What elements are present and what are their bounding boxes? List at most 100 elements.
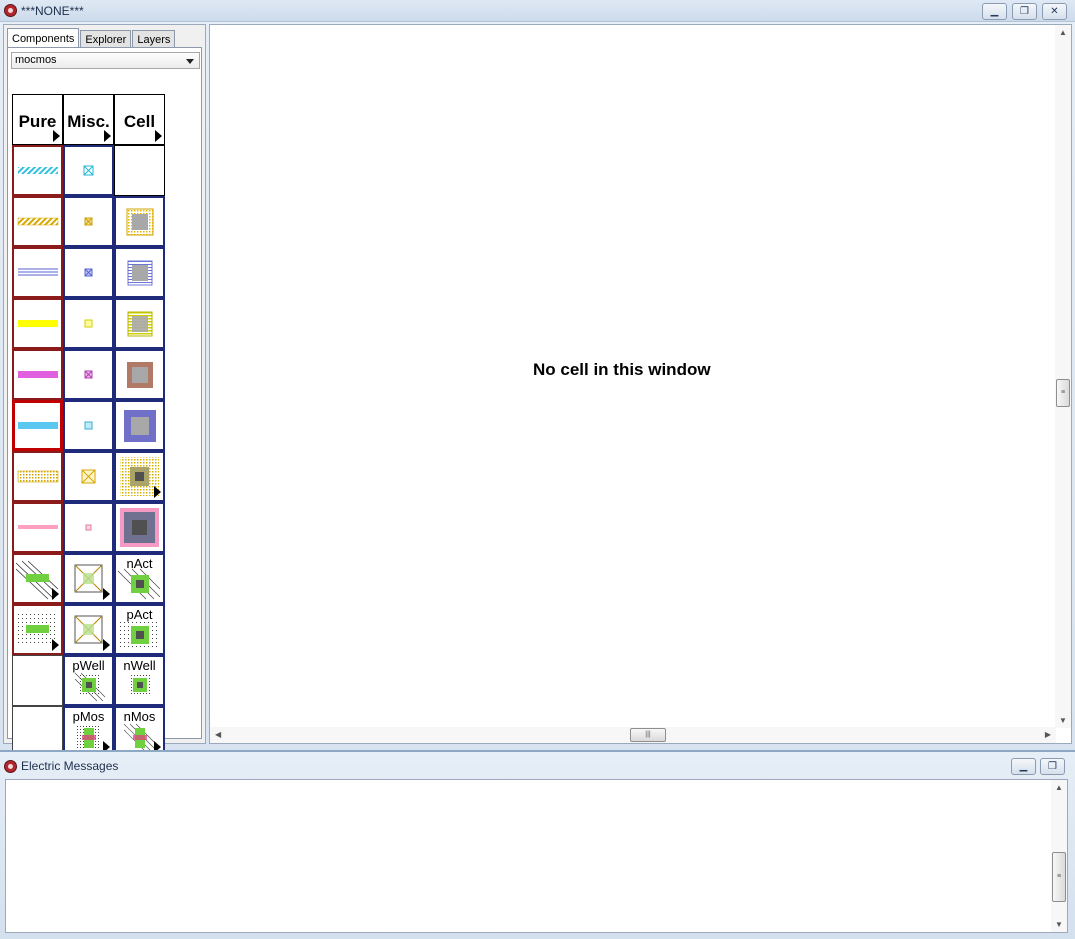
n-well-contact-icon	[130, 675, 150, 695]
messages-restore-button[interactable]: ❐	[1040, 758, 1065, 775]
poly2-contact-icon	[127, 311, 153, 337]
arc-metal-4[interactable]	[12, 451, 63, 502]
palette-empty-slot	[12, 655, 63, 706]
node-metal-5-pin[interactable]	[63, 502, 114, 553]
poly2-arc-icon	[18, 320, 58, 327]
header-label-cell: Cell	[123, 112, 156, 131]
canvas-horizontal-scrollbar[interactable]: ◀ ||| ▶	[210, 727, 1056, 743]
messages-vertical-scrollbar[interactable]: ▲ ≡ ▼	[1051, 780, 1067, 932]
minimize-button[interactable]: ▁	[982, 3, 1007, 20]
metal4-arc-icon	[17, 470, 59, 483]
scroll-right-icon[interactable]: ▶	[1045, 730, 1051, 739]
tab-components[interactable]: Components	[7, 28, 80, 49]
node-metal-2-contact[interactable]	[114, 349, 165, 400]
submenu-arrow-icon	[53, 130, 60, 142]
scroll-up-icon[interactable]: ▲	[1059, 28, 1067, 37]
node-metal-4-contact[interactable]	[114, 451, 165, 502]
header-label-pure: Pure	[18, 112, 57, 131]
arc-p-active[interactable]	[12, 604, 63, 655]
node-n-active-contact[interactable]: nAct	[114, 553, 165, 604]
minimize-icon: ▁	[990, 5, 999, 17]
canvas-vertical-scroll-thumb[interactable]: ≡	[1056, 379, 1070, 407]
arc-active[interactable]	[12, 145, 63, 196]
chevron-down-icon	[186, 59, 194, 64]
node-poly-2-pin[interactable]	[63, 298, 114, 349]
restore-icon: ❐	[1020, 5, 1029, 17]
messages-text-area[interactable]: ▲ ≡ ▼	[5, 779, 1068, 933]
scroll-down-icon[interactable]: ▼	[1059, 716, 1067, 725]
main-title-bar: ***NONE*** ▁ ❐ ✕	[0, 0, 1075, 22]
poly-arc-icon	[17, 217, 59, 226]
node-active-n-pin[interactable]	[63, 553, 114, 604]
scroll-up-icon[interactable]: ▲	[1055, 783, 1063, 792]
poly-contact-icon	[126, 208, 154, 236]
edit-canvas[interactable]: No cell in this window ▲ ≡ ▼ ◀ ||| ▶	[209, 24, 1072, 744]
p-active-contact-icon	[120, 622, 160, 650]
poly-pin-icon	[84, 217, 93, 226]
component-panel: Components Explorer Layers mocmos Pure M…	[3, 24, 206, 757]
close-icon: ✕	[1050, 5, 1059, 17]
active-arc-icon	[18, 167, 58, 174]
node-metal-3-contact[interactable]	[114, 400, 165, 451]
canvas-vertical-scrollbar[interactable]: ▲ ≡ ▼	[1055, 25, 1071, 728]
close-button[interactable]: ✕	[1042, 3, 1067, 20]
messages-scroll-thumb[interactable]: ≡	[1052, 852, 1066, 902]
node-metal-3-pin[interactable]	[63, 400, 114, 451]
technology-select-value: mocmos	[15, 54, 57, 66]
submenu-arrow-icon	[103, 639, 110, 651]
palette-header-misc[interactable]: Misc.	[63, 94, 114, 145]
node-active-p-pin[interactable]	[63, 604, 114, 655]
n-active-contact-icon	[117, 568, 161, 600]
arc-poly[interactable]	[12, 196, 63, 247]
metal1-contact-icon	[127, 260, 153, 286]
maximize-button[interactable]: ❐	[1012, 3, 1037, 20]
submenu-arrow-icon	[104, 130, 111, 142]
submenu-arrow-icon	[52, 588, 59, 600]
poly2-pin-icon	[84, 319, 93, 328]
node-poly-pin[interactable]	[63, 196, 114, 247]
messages-window-title: Electric Messages	[21, 759, 119, 773]
restore-icon: ❐	[1048, 760, 1057, 772]
technology-select[interactable]: mocmos	[11, 52, 200, 69]
node-p-well-contact[interactable]: pWell	[63, 655, 114, 706]
node-metal-4-pin[interactable]	[63, 451, 114, 502]
node-poly-2-contact[interactable]	[114, 298, 165, 349]
node-active-pin[interactable]	[63, 145, 114, 196]
node-metal-1-pin[interactable]	[63, 247, 114, 298]
header-label-misc: Misc.	[67, 112, 110, 131]
metal3-contact-icon	[124, 410, 156, 442]
messages-window: Electric Messages ▁ ❐ ▲ ≡ ▼	[0, 750, 1075, 939]
palette-empty-slot	[114, 145, 165, 196]
node-metal-1-contact[interactable]	[114, 247, 165, 298]
arc-n-active[interactable]	[12, 553, 63, 604]
arc-metal-3-selected[interactable]	[12, 400, 63, 451]
window-title: ***NONE***	[21, 3, 84, 18]
submenu-arrow-icon	[155, 130, 162, 142]
electric-app-icon[interactable]	[4, 4, 17, 17]
minimize-icon: ▁	[1019, 760, 1028, 772]
electric-app-icon[interactable]	[4, 759, 17, 773]
node-metal-2-pin[interactable]	[63, 349, 114, 400]
palette-header-pure[interactable]: Pure	[12, 94, 63, 145]
scroll-down-icon[interactable]: ▼	[1055, 920, 1063, 929]
empty-window-message: No cell in this window	[533, 360, 711, 379]
node-metal-5-contact[interactable]	[114, 502, 165, 553]
scroll-left-icon[interactable]: ◀	[215, 730, 221, 739]
arc-metal-5[interactable]	[12, 502, 63, 553]
metal3-arc-icon	[18, 422, 58, 429]
submenu-arrow-icon	[154, 486, 161, 498]
palette-header-cell[interactable]: Cell	[114, 94, 165, 145]
arc-metal-2[interactable]	[12, 349, 63, 400]
arc-metal-1[interactable]	[12, 247, 63, 298]
canvas-horizontal-scroll-thumb[interactable]: |||	[630, 728, 666, 742]
arc-poly-2[interactable]	[12, 298, 63, 349]
messages-minimize-button[interactable]: ▁	[1011, 758, 1036, 775]
metal1-arc-icon	[18, 268, 58, 276]
submenu-arrow-icon	[52, 639, 59, 651]
submenu-arrow-icon	[103, 588, 110, 600]
messages-title-bar: Electric Messages ▁ ❐	[0, 755, 1075, 777]
p-well-contact-icon	[74, 672, 106, 702]
node-p-active-contact[interactable]: pAct	[114, 604, 165, 655]
node-poly-contact[interactable]	[114, 196, 165, 247]
node-n-well-contact[interactable]: nWell	[114, 655, 165, 706]
